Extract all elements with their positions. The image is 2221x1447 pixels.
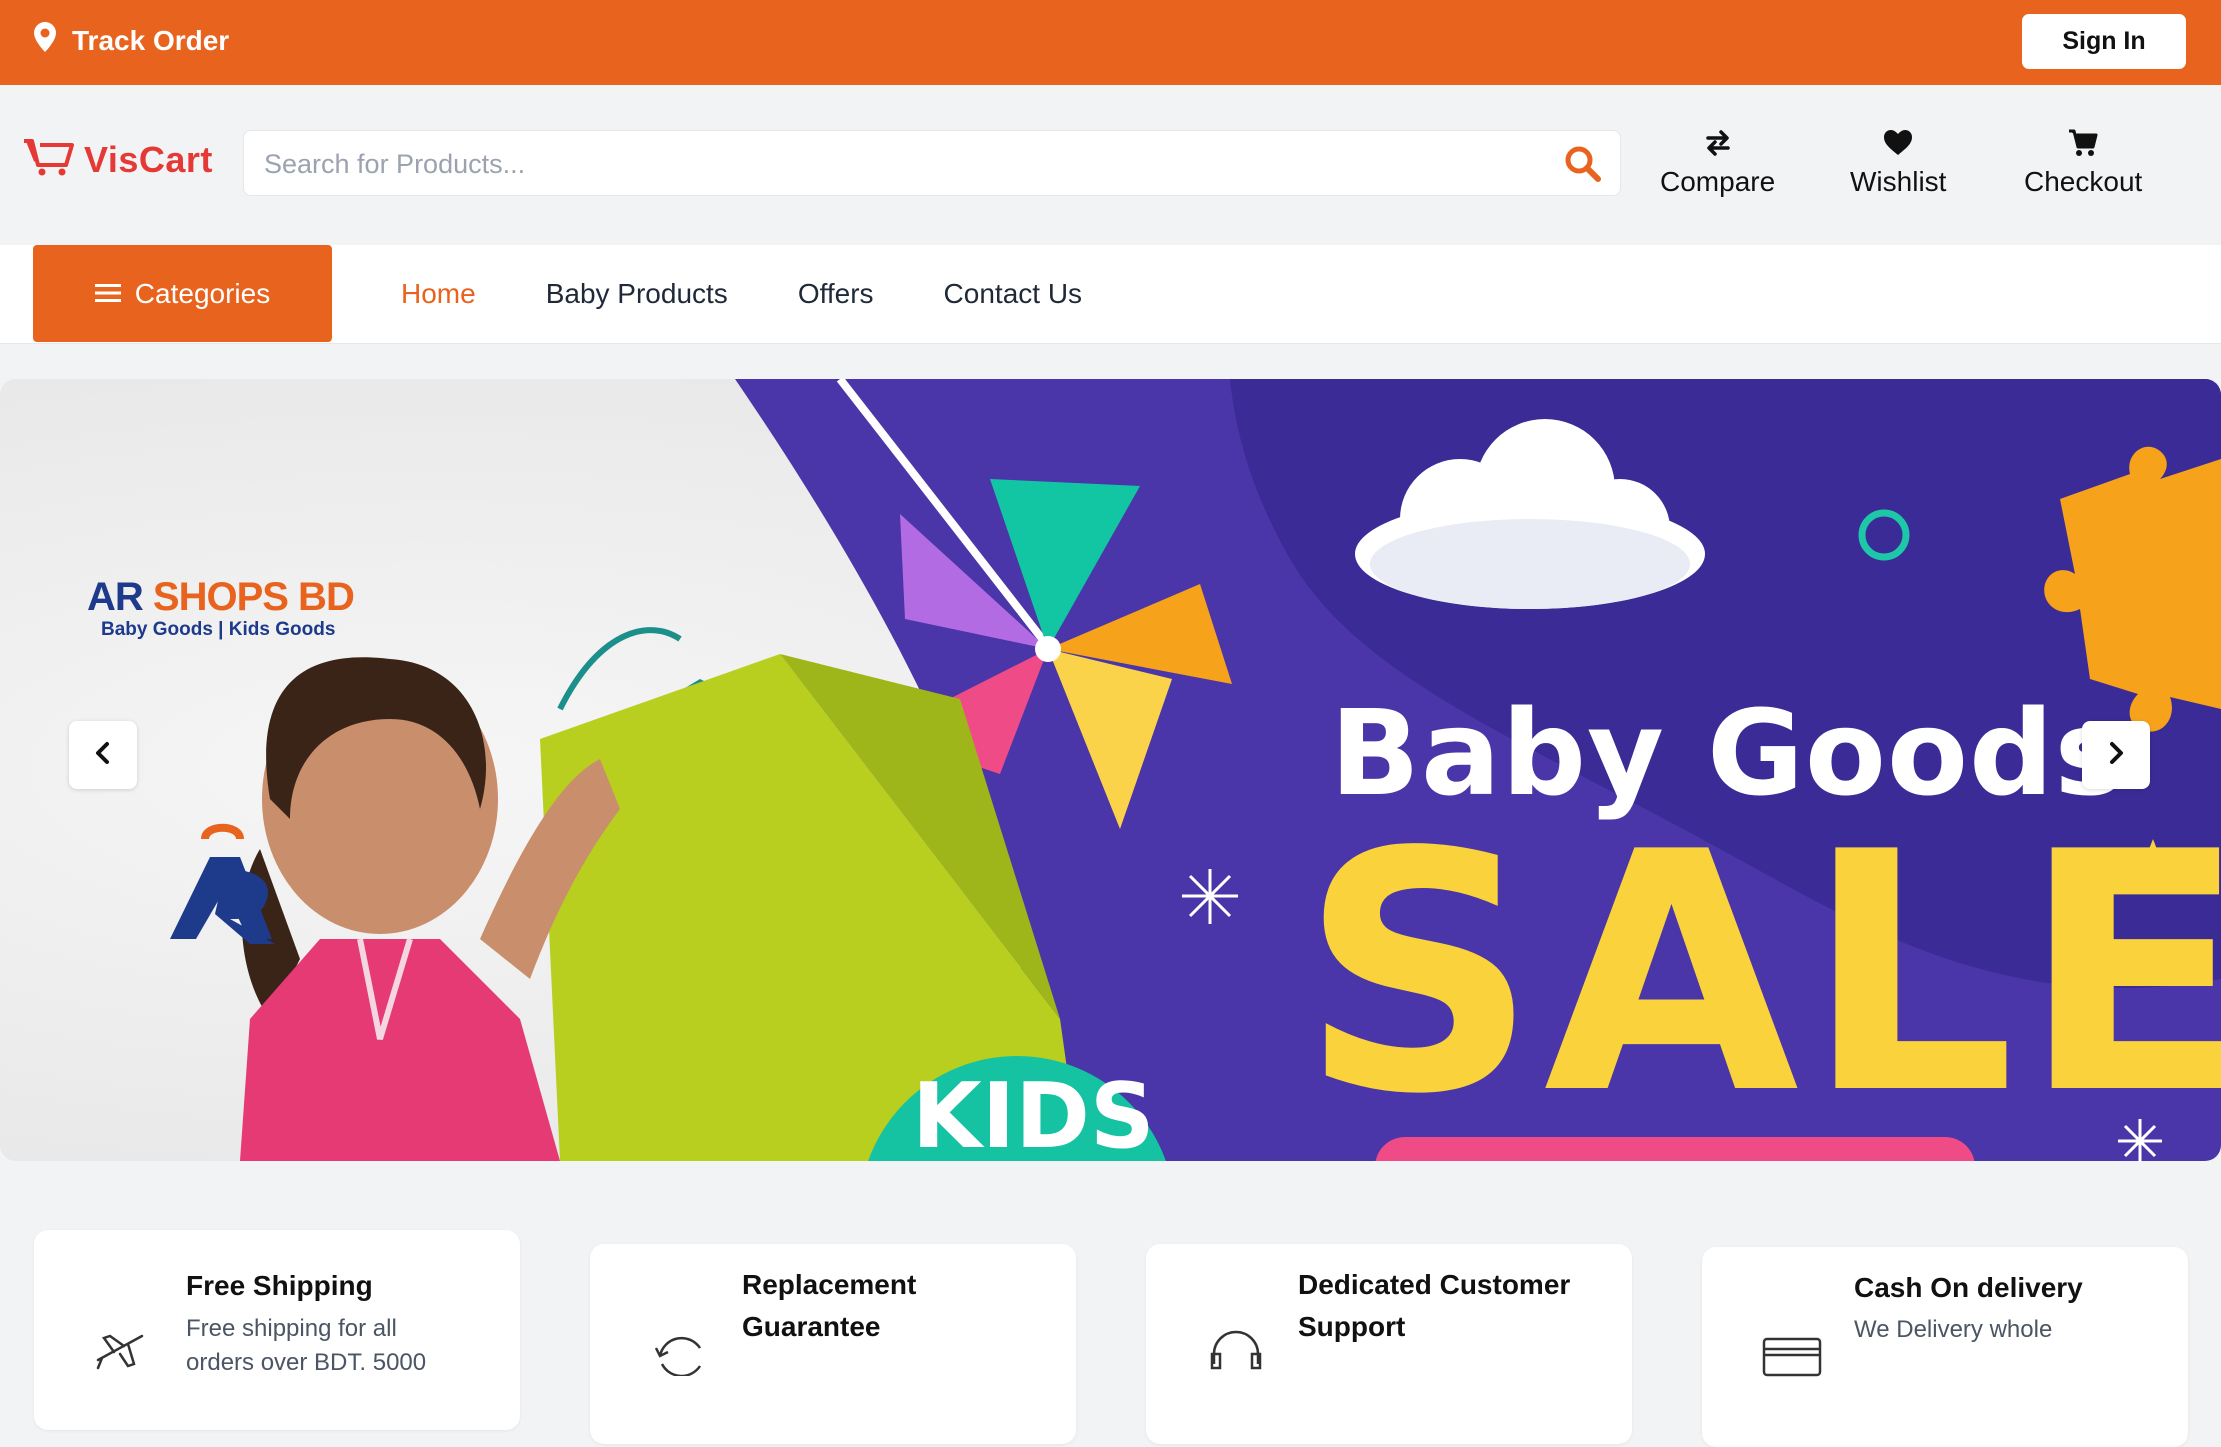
categories-label: Categories: [134, 277, 271, 309]
brand-name: AR SHOPS BD: [87, 575, 355, 620]
chevron-left-icon: [93, 741, 113, 770]
site-logo[interactable]: VisCart: [22, 137, 213, 182]
feature-title: Cash On delivery: [1854, 1272, 2083, 1303]
feature-desc-line: We Delivery whole: [1854, 1316, 2053, 1343]
nav-links: Home Baby Products Offers Contact Us: [401, 245, 1082, 342]
cart-logo-icon: [22, 137, 74, 182]
brand-name-part1: AR: [87, 575, 144, 619]
nav-link-home[interactable]: Home: [401, 278, 476, 310]
feature-title-line: Guarantee: [742, 1311, 881, 1342]
feature-card-cod: Cash On delivery We Delivery whole: [1702, 1247, 2188, 1447]
feature-title-line: Dedicated Customer: [1298, 1269, 1571, 1300]
wishlist-button[interactable]: Wishlist: [1850, 129, 1946, 198]
search-bar: [243, 130, 1621, 196]
hamburger-icon: [94, 278, 121, 310]
search-input[interactable]: [262, 141, 1526, 187]
wishlist-label: Wishlist: [1850, 166, 1947, 197]
search-icon[interactable]: [1564, 145, 1602, 188]
nav-link-offers[interactable]: Offers: [798, 278, 874, 310]
heart-icon: [1883, 129, 1913, 162]
location-pin-icon: [34, 22, 56, 59]
top-bar: Track Order Sign In: [0, 0, 2221, 85]
brand-tagline: Baby Goods | Kids Goods: [101, 619, 336, 640]
feature-desc-line: orders over BDT. 5000: [186, 1349, 427, 1376]
credit-card-icon: [1762, 1335, 1822, 1384]
cart-icon: [2068, 129, 2098, 162]
airplane-icon: [94, 1330, 148, 1375]
sign-in-button[interactable]: Sign In: [2022, 14, 2186, 69]
checkout-button[interactable]: Checkout: [2024, 129, 2142, 198]
feature-title-line: Support: [1298, 1311, 1406, 1342]
compare-label: Compare: [1660, 166, 1776, 197]
banner-next-button[interactable]: [2082, 721, 2150, 789]
banner-sale-text: SALE: [1300, 782, 2221, 1161]
nav-link-baby-products[interactable]: Baby Products: [546, 278, 728, 310]
banner-kids-text: KIDS: [912, 1064, 1155, 1161]
track-order-label: Track Order: [72, 24, 230, 56]
hero-banner: AR SHOPS BD Baby Goods | Kids Goods Baby…: [0, 379, 2221, 1161]
features-row: Free Shipping Free shipping for all orde…: [0, 1215, 2221, 1447]
logo-text: VisCart: [84, 138, 213, 180]
track-order-link[interactable]: Track Order: [34, 22, 229, 59]
chevron-right-icon: [2106, 741, 2126, 770]
header: VisCart Compare Wishlist Checkout: [0, 85, 2221, 245]
brand-name-part2: SHOPS BD: [152, 575, 355, 619]
feature-title: Free Shipping: [186, 1270, 373, 1301]
refresh-icon: [650, 1326, 710, 1381]
checkout-label: Checkout: [2024, 166, 2143, 197]
compare-button[interactable]: Compare: [1660, 129, 1775, 198]
categories-button[interactable]: Categories: [33, 245, 332, 342]
compare-icon: [1703, 129, 1733, 162]
headset-icon: [1206, 1324, 1266, 1379]
feature-desc-line: Free shipping for all: [186, 1315, 397, 1342]
banner-cta-strip: [1375, 1137, 1975, 1161]
main-nav: Categories Home Baby Products Offers Con…: [0, 245, 2221, 344]
feature-card-free-shipping: Free Shipping Free shipping for all orde…: [34, 1230, 520, 1430]
feature-title-line: Replacement: [742, 1269, 917, 1300]
feature-card-support: Dedicated Customer Support: [1146, 1244, 1632, 1444]
banner-prev-button[interactable]: [69, 721, 137, 789]
feature-card-replacement: Replacement Guarantee: [590, 1244, 1076, 1444]
nav-link-contact-us[interactable]: Contact Us: [944, 278, 1083, 310]
